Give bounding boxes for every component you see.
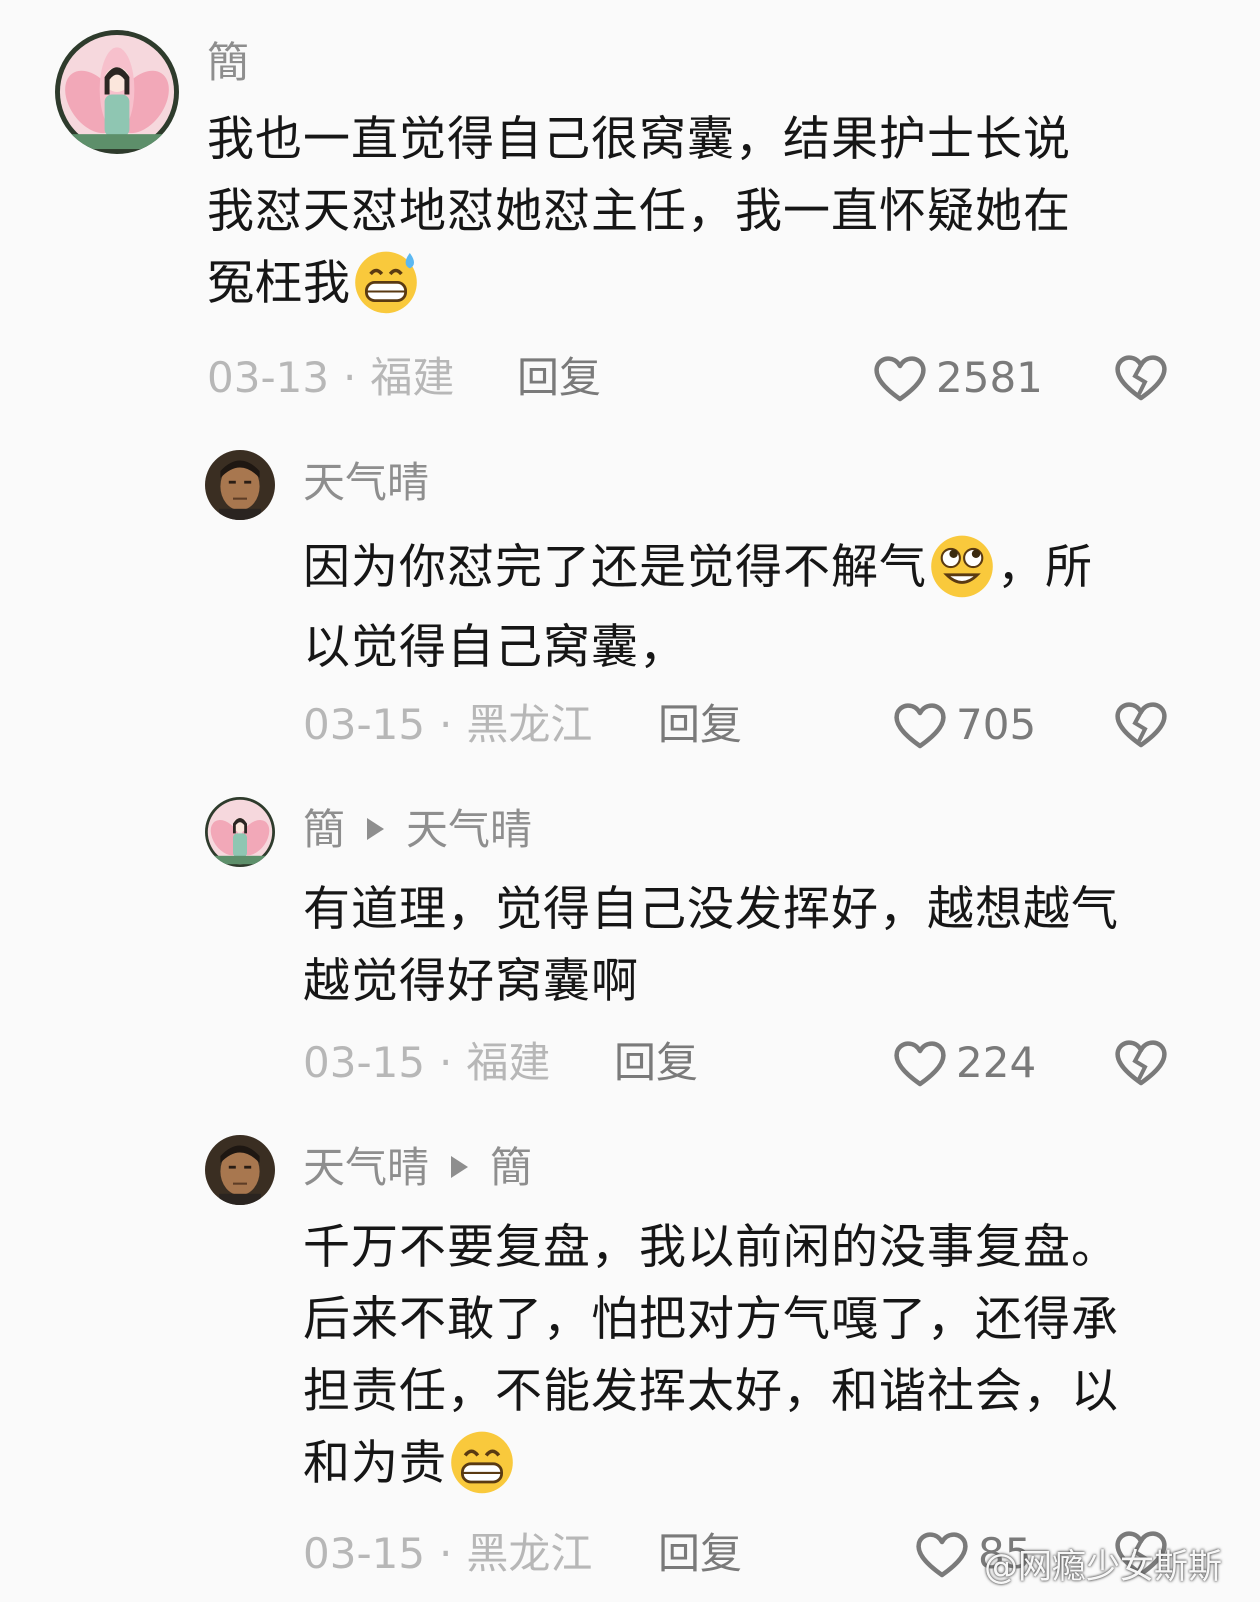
avatar[interactable] bbox=[205, 450, 275, 520]
comment-meta: 03-15 · 黑龙江 bbox=[303, 1528, 592, 1580]
meta-separator: · bbox=[439, 700, 453, 749]
comment-text-line: 我也一直觉得自己很窝囊，结果护士长说 bbox=[207, 112, 1071, 167]
heart-icon bbox=[874, 356, 926, 402]
like-button[interactable]: 2581 bbox=[872, 352, 1043, 404]
grinning-squint-emoji bbox=[447, 1426, 517, 1496]
meta-separator: · bbox=[439, 1529, 453, 1578]
username-text: 簡 bbox=[303, 805, 346, 854]
heart-icon bbox=[916, 1532, 968, 1578]
dislike-button[interactable] bbox=[1113, 1037, 1169, 1087]
comment-text: 因为你怼完了还是觉得不解气 ，所 以觉得自己窝囊， bbox=[303, 528, 1203, 688]
comment-date: 03-13 bbox=[207, 353, 330, 402]
username-text: 天气晴 bbox=[303, 458, 430, 507]
username[interactable]: 簡 天气晴 bbox=[303, 805, 532, 855]
comment-text-line: 冤枉我 bbox=[207, 248, 1207, 322]
comment-text-line: 有道理，觉得自己没发挥好，越想越气 bbox=[303, 882, 1119, 937]
comment-text-line: 千万不要复盘，我以前闲的没事复盘。 bbox=[303, 1220, 1119, 1275]
comment-text: 有道理，觉得自己没发挥好，越想越气 越觉得好窝囊啊 bbox=[303, 874, 1203, 1018]
comment-date: 03-15 bbox=[303, 1038, 426, 1087]
heart-icon bbox=[894, 703, 946, 749]
comment-location: 福建 bbox=[370, 353, 455, 402]
like-count: 224 bbox=[956, 1038, 1037, 1087]
username[interactable]: 天气晴 bbox=[303, 458, 429, 508]
watermark: @网瘾少女斯斯 bbox=[984, 1547, 1222, 1587]
comment-location: 福建 bbox=[466, 1038, 551, 1087]
username[interactable]: 簡 bbox=[207, 38, 249, 88]
username-text: 簡 bbox=[207, 38, 250, 87]
like-button[interactable]: 705 bbox=[892, 699, 1036, 751]
heart-icon bbox=[894, 1041, 946, 1087]
comment-text-line: 担责任，不能发挥太好，和谐社会，以 bbox=[303, 1364, 1119, 1419]
avatar[interactable] bbox=[55, 30, 179, 154]
broken-heart-icon bbox=[1115, 1040, 1167, 1086]
like-count: 705 bbox=[956, 700, 1037, 749]
like-button[interactable]: 224 bbox=[892, 1037, 1036, 1089]
reply-to-username[interactable]: 天气晴 bbox=[406, 805, 532, 854]
dislike-button[interactable] bbox=[1113, 352, 1169, 402]
comment-text: 千万不要复盘，我以前闲的没事复盘。 后来不敢了，怕把对方气嘎了，还得承 担责任，… bbox=[303, 1212, 1203, 1502]
comment-date: 03-15 bbox=[303, 700, 426, 749]
comment-text-line: 和为贵 bbox=[303, 1428, 1203, 1502]
reply-arrow-icon bbox=[451, 1155, 469, 1178]
comment-text-line: 以觉得自己窝囊， bbox=[303, 620, 687, 675]
comment-text-line: 因为你怼完了还是觉得不解气 ，所 bbox=[303, 528, 1203, 608]
rolling-eyes-smile-emoji bbox=[927, 530, 997, 600]
reply-button[interactable]: 回复 bbox=[614, 1037, 698, 1089]
comment-meta: 03-15 · 福建 bbox=[303, 1037, 550, 1089]
username[interactable]: 天气晴 簡 bbox=[303, 1143, 532, 1193]
broken-heart-icon bbox=[1115, 355, 1167, 401]
reply-to-username[interactable]: 簡 bbox=[490, 1143, 532, 1192]
username-text: 天气晴 bbox=[303, 1143, 430, 1192]
comment-meta: 03-13 · 福建 bbox=[207, 352, 454, 404]
comment-text-line: 我怼天怼地怼她怼主任，我一直怀疑她在 bbox=[207, 184, 1071, 239]
reply-button[interactable]: 回复 bbox=[658, 1528, 742, 1580]
meta-separator: · bbox=[439, 1038, 453, 1087]
avatar[interactable] bbox=[205, 797, 275, 867]
dislike-button[interactable] bbox=[1113, 699, 1169, 749]
reply-button[interactable]: 回复 bbox=[658, 699, 742, 751]
comment-meta: 03-15 · 黑龙江 bbox=[303, 699, 592, 751]
comment-text: 我也一直觉得自己很窝囊，结果护士长说 我怼天怼地怼她怼主任，我一直怀疑她在 冤枉… bbox=[207, 104, 1207, 322]
avatar[interactable] bbox=[205, 1135, 275, 1205]
like-count: 2581 bbox=[936, 353, 1043, 402]
meta-separator: · bbox=[343, 353, 357, 402]
comment-text-line: 后来不敢了，怕把对方气嘎了，还得承 bbox=[303, 1292, 1119, 1347]
comment-location: 黑龙江 bbox=[466, 1529, 593, 1578]
reply-arrow-icon bbox=[367, 817, 385, 840]
grinning-sweat-emoji bbox=[351, 246, 421, 316]
comment-location: 黑龙江 bbox=[466, 700, 593, 749]
reply-button[interactable]: 回复 bbox=[517, 352, 601, 404]
comment-text-line: 越觉得好窝囊啊 bbox=[303, 954, 639, 1009]
comment-date: 03-15 bbox=[303, 1529, 426, 1578]
broken-heart-icon bbox=[1115, 702, 1167, 748]
